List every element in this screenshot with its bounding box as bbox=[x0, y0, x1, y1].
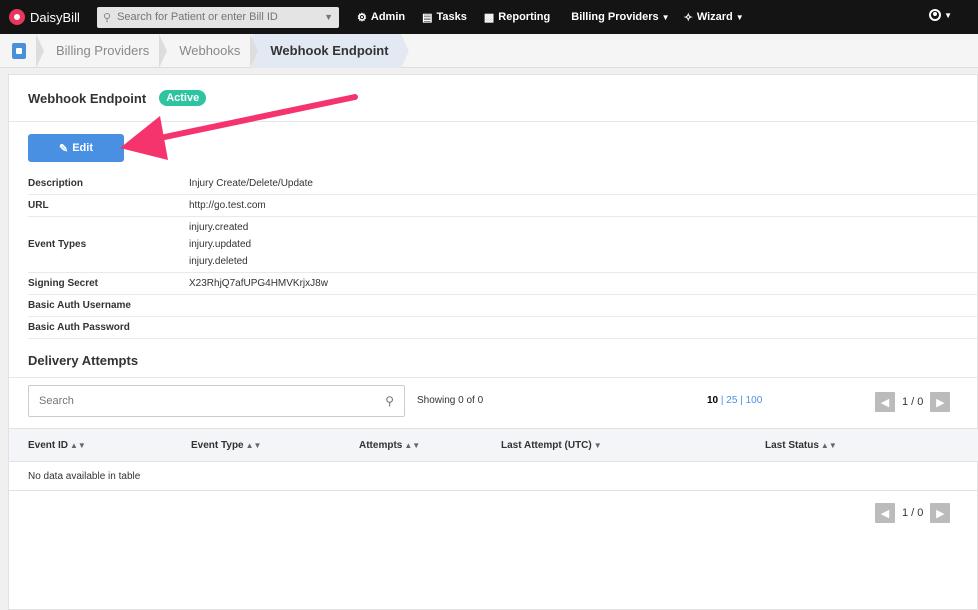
brand-name: DaisyBill bbox=[30, 9, 80, 25]
bar-chart-icon: ▩ bbox=[483, 11, 495, 24]
section-title: Delivery Attempts bbox=[28, 353, 139, 368]
nav-billing-providers-label: Billing Providers bbox=[571, 11, 659, 23]
column-event-id[interactable]: Event ID ▲▼ bbox=[28, 440, 86, 451]
next-page-button[interactable]: ▶ bbox=[930, 392, 951, 412]
prev-page-button[interactable]: ◀ bbox=[875, 392, 895, 412]
chevron-down-icon: ▼ bbox=[661, 12, 670, 22]
detail-row-event-types: Event Types injury.created injury.update… bbox=[28, 217, 978, 273]
edit-button[interactable]: ✎ Edit bbox=[28, 134, 124, 162]
empty-table-message: No data available in table bbox=[28, 471, 141, 482]
detail-row-signing-secret: Signing Secret X23RhjQ7afUPG4HMVKrjxJ8w bbox=[28, 273, 978, 295]
detail-value: Injury Create/Delete/Update bbox=[189, 178, 313, 189]
showing-count: Showing 0 of 0 bbox=[417, 395, 484, 406]
detail-row-basic-auth-username: Basic Auth Username bbox=[28, 295, 978, 317]
nav-billing-providers[interactable]: Billing Providers ▼ bbox=[571, 11, 669, 23]
divider bbox=[9, 377, 978, 378]
nav-wizard[interactable]: ✧ Wizard ▼ bbox=[684, 11, 744, 24]
detail-label: Basic Auth Username bbox=[28, 300, 131, 311]
nav-admin[interactable]: ⚙ Admin bbox=[357, 11, 405, 24]
page-size-100[interactable]: 100 bbox=[746, 395, 763, 406]
nav-reporting[interactable]: ▩ Reporting bbox=[484, 11, 550, 24]
breadcrumb: Billing Providers Webhooks Webhook Endpo… bbox=[0, 33, 978, 68]
page-size-25[interactable]: 25 bbox=[726, 395, 737, 406]
edit-button-label: Edit bbox=[72, 142, 93, 154]
detail-row-description: Description Injury Create/Delete/Update bbox=[28, 173, 978, 195]
nav-tasks-label: Tasks bbox=[436, 11, 467, 23]
global-search-input[interactable] bbox=[117, 11, 325, 23]
page-size-selector: 10 | 25 | 100 bbox=[707, 395, 763, 406]
column-last-status[interactable]: Last Status ▲▼ bbox=[765, 440, 837, 451]
table-row: No data available in table bbox=[9, 463, 978, 491]
sort-desc-icon: ▼ bbox=[593, 441, 602, 450]
daisy-logo-icon bbox=[9, 9, 25, 25]
panel-header: Webhook Endpoint Active bbox=[9, 75, 977, 122]
user-avatar-icon bbox=[929, 9, 942, 21]
prev-page-button[interactable]: ◀ bbox=[875, 503, 895, 523]
detail-label: Basic Auth Password bbox=[28, 322, 130, 333]
column-attempts[interactable]: Attempts ▲▼ bbox=[359, 440, 420, 451]
breadcrumb-webhooks[interactable]: Webhooks bbox=[159, 33, 252, 68]
breadcrumb-webhook-endpoint: Webhook Endpoint bbox=[250, 33, 409, 68]
sort-icon: ▲▼ bbox=[404, 441, 421, 450]
search-icon: ⚲ bbox=[103, 11, 112, 24]
next-page-button[interactable]: ▶ bbox=[930, 503, 951, 523]
status-badge: Active bbox=[159, 90, 207, 106]
gear-icon: ⚙ bbox=[357, 11, 367, 24]
search-icon[interactable]: ⚲ bbox=[385, 394, 394, 408]
webhook-endpoint-panel: Webhook Endpoint Active ✎ Edit Descripti… bbox=[8, 74, 978, 610]
page-indicator: 1 / 0 bbox=[902, 396, 924, 408]
column-last-attempt[interactable]: Last Attempt (UTC) ▼ bbox=[501, 440, 602, 451]
detail-value: http://go.test.com bbox=[189, 200, 266, 211]
wand-icon: ✧ bbox=[683, 11, 693, 24]
page-title: Webhook Endpoint bbox=[28, 90, 147, 106]
brand[interactable]: DaisyBill bbox=[9, 9, 93, 25]
nav-reporting-label: Reporting bbox=[498, 11, 551, 23]
clipboard-icon: ▤ bbox=[422, 11, 433, 24]
detail-value: X23RhjQ7afUPG4HMVKrjxJ8w bbox=[189, 278, 328, 289]
nav-tasks[interactable]: ▤ Tasks bbox=[422, 11, 467, 24]
sort-icon: ▲▼ bbox=[820, 441, 837, 450]
detail-label: Signing Secret bbox=[28, 278, 99, 289]
nav-admin-label: Admin bbox=[370, 11, 406, 23]
detail-row-url: URL http://go.test.com bbox=[28, 195, 978, 217]
detail-row-basic-auth-password: Basic Auth Password bbox=[28, 317, 978, 339]
detail-value: injury.created injury.updated injury.del… bbox=[189, 219, 251, 270]
user-menu[interactable]: ▼ bbox=[929, 9, 952, 21]
page-size-10[interactable]: 10 bbox=[707, 395, 718, 406]
breadcrumb-home[interactable] bbox=[0, 34, 38, 68]
sort-icon: ▲▼ bbox=[70, 441, 86, 450]
detail-label: Description bbox=[28, 178, 84, 189]
detail-label: URL bbox=[28, 200, 49, 211]
table-search[interactable]: ⚲ bbox=[28, 385, 405, 417]
detail-label: Event Types bbox=[28, 239, 87, 250]
table-search-input[interactable] bbox=[39, 395, 386, 407]
event-type: injury.updated bbox=[189, 239, 252, 250]
table-header: Event ID ▲▼ Event Type ▲▼ Attempts ▲▼ Last … bbox=[9, 428, 978, 462]
breadcrumb-billing-providers[interactable]: Billing Providers bbox=[35, 33, 161, 68]
event-type: injury.created bbox=[189, 222, 249, 233]
chevron-down-icon[interactable]: ▼ bbox=[324, 12, 333, 22]
page-indicator: 1 / 0 bbox=[902, 507, 924, 519]
pagination-top: ◀ 1 / 0 ▶ bbox=[875, 392, 951, 412]
global-search[interactable]: ⚲ ▼ bbox=[97, 6, 339, 28]
edit-icon: ✎ bbox=[59, 142, 69, 155]
book-icon bbox=[12, 42, 26, 59]
event-type: injury.deleted bbox=[189, 256, 248, 267]
pagination-bottom: ◀ 1 / 0 ▶ bbox=[875, 503, 951, 523]
chevron-down-icon: ▼ bbox=[944, 10, 952, 20]
endpoint-details: Description Injury Create/Delete/Update … bbox=[28, 173, 978, 339]
column-event-type[interactable]: Event Type ▲▼ bbox=[191, 440, 261, 451]
nav-wizard-label: Wizard bbox=[696, 11, 733, 23]
sort-icon: ▲▼ bbox=[245, 441, 262, 450]
chevron-down-icon: ▼ bbox=[735, 12, 744, 22]
top-navbar: DaisyBill ⚲ ▼ ⚙ Admin ▤ Tasks ▩ Reportin… bbox=[0, 0, 978, 34]
